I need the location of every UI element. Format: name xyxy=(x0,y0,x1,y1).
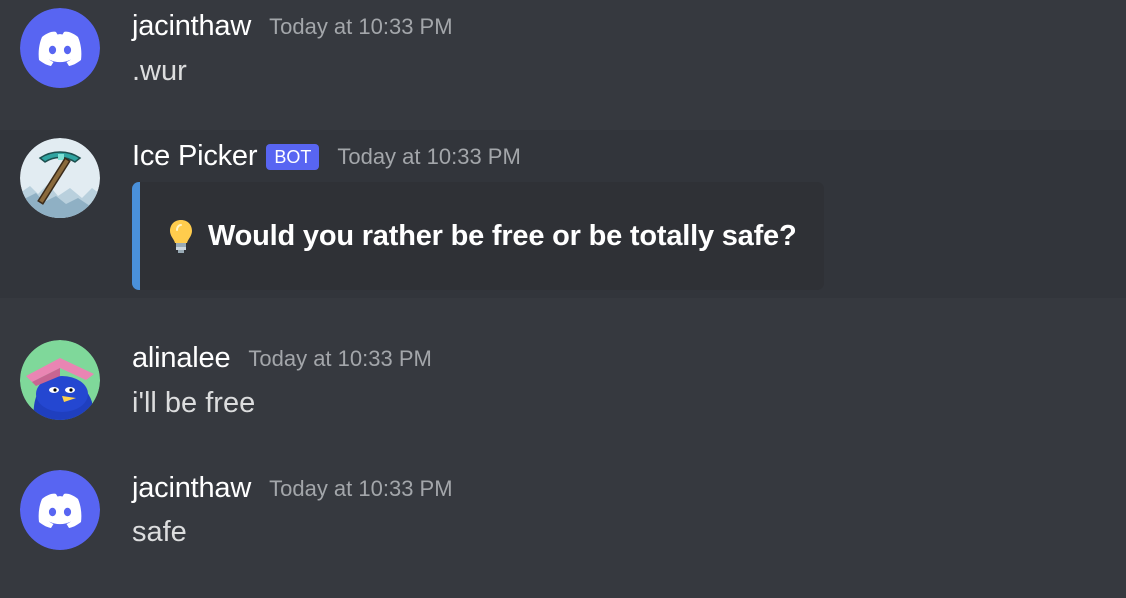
pickaxe-icon xyxy=(20,138,100,218)
timestamp: Today at 10:33 PM xyxy=(248,345,432,371)
discord-logo-icon xyxy=(20,8,100,88)
message-embed: Would you rather be free or be totally s… xyxy=(132,182,824,290)
user-avatar[interactable] xyxy=(20,340,100,420)
timestamp: Today at 10:33 PM xyxy=(269,475,453,501)
message-item: jacinthaw Today at 10:33 PM .wur xyxy=(0,0,1126,120)
lightbulb-icon xyxy=(170,220,192,253)
user-avatar[interactable] xyxy=(20,470,100,550)
timestamp: Today at 10:33 PM xyxy=(337,143,521,169)
message-text: safe xyxy=(132,516,187,548)
bot-avatar[interactable] xyxy=(20,138,100,218)
discord-logo-icon xyxy=(20,470,100,550)
chat-messages: jacinthaw Today at 10:33 PM .wur Ice Pic… xyxy=(0,0,1126,598)
user-avatar[interactable] xyxy=(20,8,100,88)
message-item: Ice Picker BOT Today at 10:33 PM Would y… xyxy=(0,130,1126,298)
message-item: jacinthaw Today at 10:33 PM safe xyxy=(0,462,1126,598)
cartoon-character-avatar xyxy=(20,340,100,420)
username[interactable]: jacinthaw xyxy=(132,10,251,43)
username[interactable]: jacinthaw xyxy=(132,472,251,505)
message-item: alinalee Today at 10:33 PM i'll be free xyxy=(0,330,1126,440)
embed-title: Would you rather be free or be totally s… xyxy=(208,219,797,252)
bot-tag: BOT xyxy=(266,143,320,170)
message-text: .wur xyxy=(132,55,187,87)
username[interactable]: Ice Picker xyxy=(132,140,258,173)
message-text: i'll be free xyxy=(132,387,256,419)
username[interactable]: alinalee xyxy=(132,342,231,375)
embed-color-bar xyxy=(132,182,140,290)
timestamp: Today at 10:33 PM xyxy=(269,13,453,39)
